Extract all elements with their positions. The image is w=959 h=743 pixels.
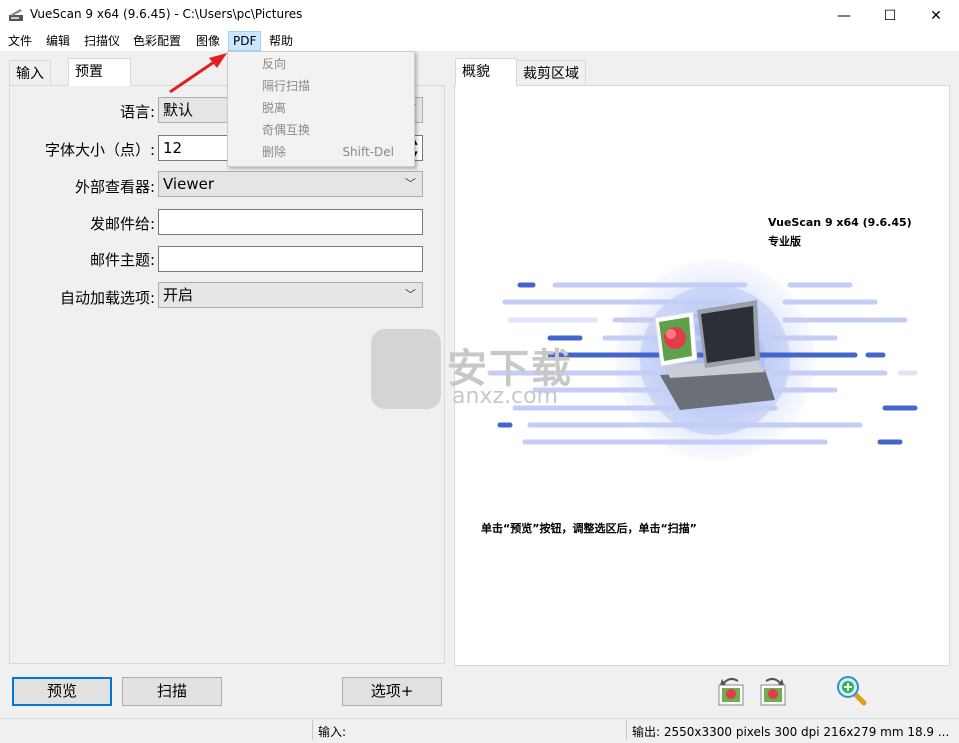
viewer-value: Viewer bbox=[163, 175, 214, 193]
close-button[interactable]: ✕ bbox=[913, 0, 959, 31]
email-subject-input[interactable] bbox=[158, 246, 423, 272]
font-size-label: 字体大小（点）: bbox=[44, 141, 155, 159]
window-title: VueScan 9 x64 (9.6.45) - C:\Users\pc\Pic… bbox=[30, 7, 303, 21]
maximize-icon: ☐ bbox=[883, 7, 897, 24]
viewer-label: 外部查看器: bbox=[74, 178, 155, 196]
chevron-down-icon: ﹀ bbox=[405, 177, 416, 190]
pdf-menu-reverse[interactable]: 反向 bbox=[262, 53, 286, 75]
tab-input[interactable]: 输入 bbox=[9, 60, 51, 86]
menu-scanner[interactable]: 扫描仪 bbox=[80, 31, 124, 51]
pdf-menu-detach[interactable]: 脱离 bbox=[262, 97, 286, 119]
options-button[interactable]: 选项+ bbox=[342, 677, 442, 706]
product-name: VueScan 9 x64 (9.6.45) bbox=[768, 216, 912, 229]
pdf-menu-delete-shortcut: Shift-Del bbox=[342, 145, 394, 159]
pdf-menu-swap-odd-even[interactable]: 奇偶互换 bbox=[262, 119, 310, 141]
font-size-value: 12 bbox=[163, 139, 183, 157]
minimize-button[interactable]: — bbox=[821, 0, 867, 31]
tab-crop-area[interactable]: 裁剪区域 bbox=[516, 60, 586, 86]
menu-help[interactable]: 帮助 bbox=[265, 31, 297, 51]
email-to-input[interactable] bbox=[158, 209, 423, 235]
status-output: 输出: 2550x3300 pixels 300 dpi 216x279 mm … bbox=[632, 725, 950, 739]
email-to-label: 发邮件给: bbox=[89, 215, 155, 233]
viewer-select[interactable]: Viewer ﹀ bbox=[158, 171, 423, 197]
instruction-text: 单击“预览”按钮，调整选区后，单击“扫描” bbox=[481, 522, 697, 535]
pdf-dropdown-menu: 反向 隔行扫描 脱离 奇偶互换 删除 Shift-Del bbox=[227, 51, 415, 167]
status-input: 输入: bbox=[318, 725, 347, 739]
tab-presets[interactable]: 预置 bbox=[68, 58, 131, 86]
edition-label: 专业版 bbox=[768, 235, 801, 248]
scan-button[interactable]: 扫描 bbox=[122, 677, 222, 706]
status-separator bbox=[312, 720, 313, 740]
watermark-shield-icon bbox=[371, 329, 441, 409]
menu-file[interactable]: 文件 bbox=[4, 31, 36, 51]
menu-edit[interactable]: 编辑 bbox=[42, 31, 74, 51]
maximize-button[interactable]: ☐ bbox=[867, 0, 913, 31]
minimize-icon: — bbox=[837, 7, 851, 24]
language-value: 默认 bbox=[163, 101, 194, 119]
preview-button[interactable]: 预览 bbox=[12, 677, 112, 706]
zoom-in-icon[interactable] bbox=[836, 675, 868, 707]
email-subject-label: 邮件主题: bbox=[89, 251, 155, 269]
pdf-menu-interleave[interactable]: 隔行扫描 bbox=[262, 75, 310, 97]
language-label: 语言: bbox=[119, 103, 155, 121]
autoload-select[interactable]: 开启 ﹀ bbox=[158, 282, 423, 308]
tab-overview[interactable]: 概貌 bbox=[455, 58, 517, 86]
chevron-down-icon: ﹀ bbox=[405, 288, 416, 301]
autoload-label: 自动加载选项: bbox=[59, 289, 155, 307]
close-icon: ✕ bbox=[930, 7, 942, 24]
autoload-value: 开启 bbox=[163, 286, 194, 304]
rotate-right-icon[interactable] bbox=[756, 675, 788, 707]
red-arrow-icon bbox=[169, 53, 227, 94]
watermark-subtext: anxz.com bbox=[452, 384, 558, 409]
rotate-left-icon[interactable] bbox=[716, 675, 748, 707]
vuescan-app-icon bbox=[9, 9, 23, 21]
status-separator bbox=[626, 720, 627, 740]
pdf-menu-delete[interactable]: 删除 bbox=[262, 141, 286, 163]
